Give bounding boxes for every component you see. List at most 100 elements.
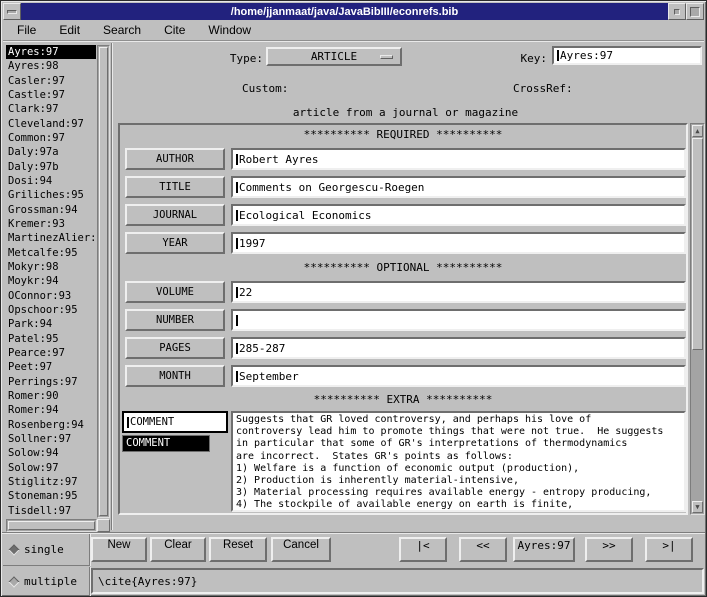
new-button[interactable]: New [91,537,147,562]
list-item[interactable]: Stoneman:95 [6,489,96,503]
type-label: Type: [221,52,263,65]
list-item[interactable]: Daly:97a [6,145,96,159]
list-item[interactable]: Stiglitz:97 [6,475,96,489]
required-section-header: ********** REQUIRED ********** [120,128,686,141]
list-item[interactable]: Griliches:95 [6,188,96,202]
list-item[interactable]: Clark:97 [6,102,96,116]
text-caret [236,210,238,221]
list-item[interactable]: Sollner:97 [6,432,96,446]
form-vertical-scrollbar[interactable]: ▲ ▼ [690,123,705,515]
cite-command-field[interactable]: \cite{Ayres:97} [91,568,704,594]
list-item[interactable]: Pearce:97 [6,346,96,360]
list-item[interactable]: Ayres:98 [6,59,96,73]
mode-multiple-label: multiple [24,575,77,588]
list-item[interactable]: Tisdell:97 [6,504,96,518]
pages-label-button[interactable]: PAGES [125,337,225,359]
entry-type-description: article from a journal or magazine [113,106,698,119]
maximize-button[interactable] [686,3,704,20]
key-field[interactable]: Ayres:97 [552,46,702,65]
volume-value: 22 [239,286,252,299]
list-item[interactable]: Cleveland:97 [6,117,96,131]
mode-toggle-multiple[interactable]: multiple [3,567,90,596]
menu-search[interactable]: Search [101,22,143,38]
list-item[interactable]: Daly:97b [6,160,96,174]
optional-section-header: ********** OPTIONAL ********** [120,261,686,274]
list-item[interactable]: Opschoor:95 [6,303,96,317]
journal-label-button[interactable]: JOURNAL [125,204,225,226]
journal-field[interactable]: Ecological Economics [231,204,686,226]
next-record-button[interactable]: >> [585,537,633,562]
list-item[interactable]: Metcalfe:95 [6,246,96,260]
number-label-button[interactable]: NUMBER [125,309,225,331]
menubar: File Edit Search Cite Window [3,20,704,41]
menu-edit[interactable]: Edit [57,22,82,38]
year-field[interactable]: 1997 [231,232,686,254]
list-item[interactable]: Romer:94 [6,403,96,417]
list-vertical-scrollbar[interactable] [97,45,110,518]
list-item[interactable]: Perrings:97 [6,375,96,389]
crossref-label: CrossRef: [513,82,573,95]
month-field[interactable]: September [231,365,686,387]
list-item[interactable]: Mokyr:98 [6,260,96,274]
volume-label-button[interactable]: VOLUME [125,281,225,303]
list-item[interactable]: Kremer:93 [6,217,96,231]
title-field[interactable]: Comments on Georgescu-Roegen [231,176,686,198]
pages-field[interactable]: 285-287 [231,337,686,359]
list-horizontal-scrollbar[interactable] [6,519,97,532]
type-value: ARTICLE [311,50,357,63]
month-label-button[interactable]: MONTH [125,365,225,387]
list-item[interactable]: Castle:97 [6,88,96,102]
author-label-button[interactable]: AUTHOR [125,148,225,170]
first-record-button[interactable]: |< [399,537,447,562]
list-item[interactable]: Grossman:94 [6,203,96,217]
dropdown-item-comment[interactable]: COMMENT [123,436,209,451]
scroll-up-arrow-icon[interactable]: ▲ [692,125,703,137]
list-item[interactable]: Common:97 [6,131,96,145]
previous-record-button[interactable]: << [459,537,507,562]
reset-button[interactable]: Reset [209,537,267,562]
minimize-button[interactable] [668,3,686,20]
mode-toggle-single[interactable]: single [3,534,90,566]
menu-cite[interactable]: Cite [162,22,187,38]
clear-button[interactable]: Clear [150,537,206,562]
list-item[interactable]: Park:94 [6,317,96,331]
list-item[interactable]: Patel:95 [6,332,96,346]
current-record-button[interactable]: Ayres:97 [513,537,575,562]
list-item[interactable]: MartinezAlier:9 [6,231,96,245]
author-field[interactable]: Robert Ayres [231,148,686,170]
cancel-button[interactable]: Cancel [271,537,331,562]
window-menu-button[interactable] [3,3,21,20]
list-item[interactable]: Rosenberg:94 [6,418,96,432]
comment-textarea[interactable]: Suggests that GR loved controversy, and … [231,411,686,512]
month-value: September [239,370,299,383]
menu-file[interactable]: File [15,22,38,38]
text-caret [236,238,238,249]
scroll-down-arrow-icon[interactable]: ▼ [692,501,703,513]
list-item[interactable]: OConnor:93 [6,289,96,303]
menu-window[interactable]: Window [206,22,253,38]
list-item[interactable]: Dosi:94 [6,174,96,188]
extra-field-selector[interactable]: COMMENT [122,411,228,433]
list-item[interactable]: Peet:97 [6,360,96,374]
list-item[interactable]: Solow:94 [6,446,96,460]
list-item[interactable]: Moykr:94 [6,274,96,288]
list-item[interactable]: Solow:97 [6,461,96,475]
title-label-button[interactable]: TITLE [125,176,225,198]
extra-section-header: ********** EXTRA ********** [120,393,686,406]
key-label: Key: [499,52,547,65]
titlebar[interactable]: /home/jjanmaat/java/JavaBibIII/econrefs.… [3,3,704,20]
text-caret [236,182,238,193]
scrollbar-thumb[interactable] [8,521,95,530]
list-item[interactable]: Casler:97 [6,74,96,88]
list-item[interactable]: Ayres:97 [6,45,96,59]
volume-field[interactable]: 22 [231,281,686,303]
scrollbar-thumb[interactable] [692,138,703,350]
year-label-button[interactable]: YEAR [125,232,225,254]
last-record-button[interactable]: >| [645,537,693,562]
number-field[interactable] [231,309,686,331]
list-item[interactable]: Romer:90 [6,389,96,403]
pages-value: 285-287 [239,342,285,355]
scrollbar-thumb[interactable] [99,47,108,516]
type-option-menu[interactable]: ARTICLE [266,47,402,66]
entry-form-panel: ********** REQUIRED ********** AUTHOR Ro… [118,123,688,515]
